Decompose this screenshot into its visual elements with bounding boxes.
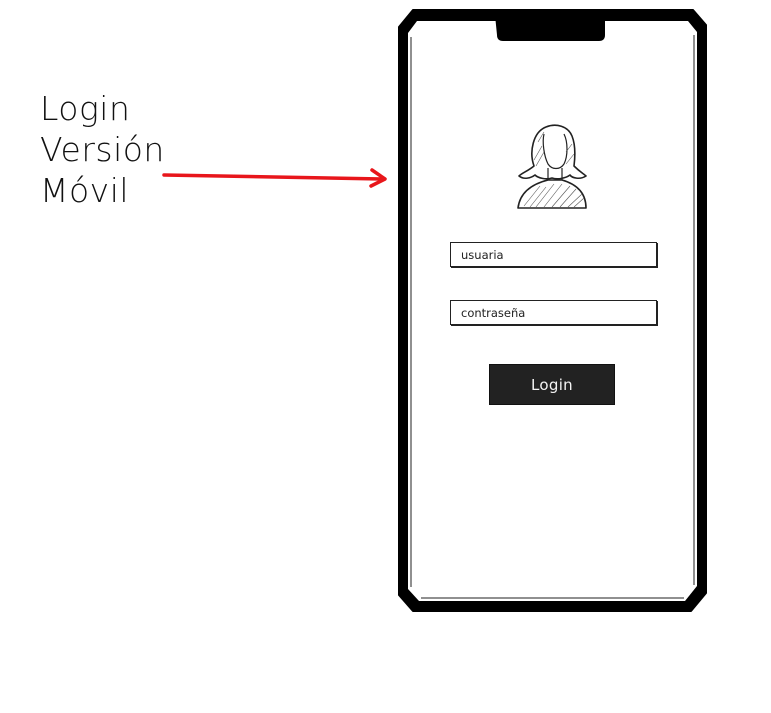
right-arrow-icon bbox=[162, 168, 387, 188]
login-button[interactable]: Login bbox=[489, 364, 615, 405]
annotation-line-1: Login bbox=[40, 89, 131, 128]
annotation-line-3: Móvil bbox=[40, 171, 130, 210]
password-input[interactable] bbox=[450, 300, 657, 325]
annotation-label: Login Versión Móvil bbox=[40, 88, 165, 211]
phone-notch bbox=[495, 15, 605, 41]
username-input[interactable] bbox=[450, 242, 657, 267]
user-silhouette-icon bbox=[517, 124, 587, 209]
annotation-line-2: Versión bbox=[40, 130, 165, 169]
login-button-label: Login bbox=[531, 375, 573, 394]
